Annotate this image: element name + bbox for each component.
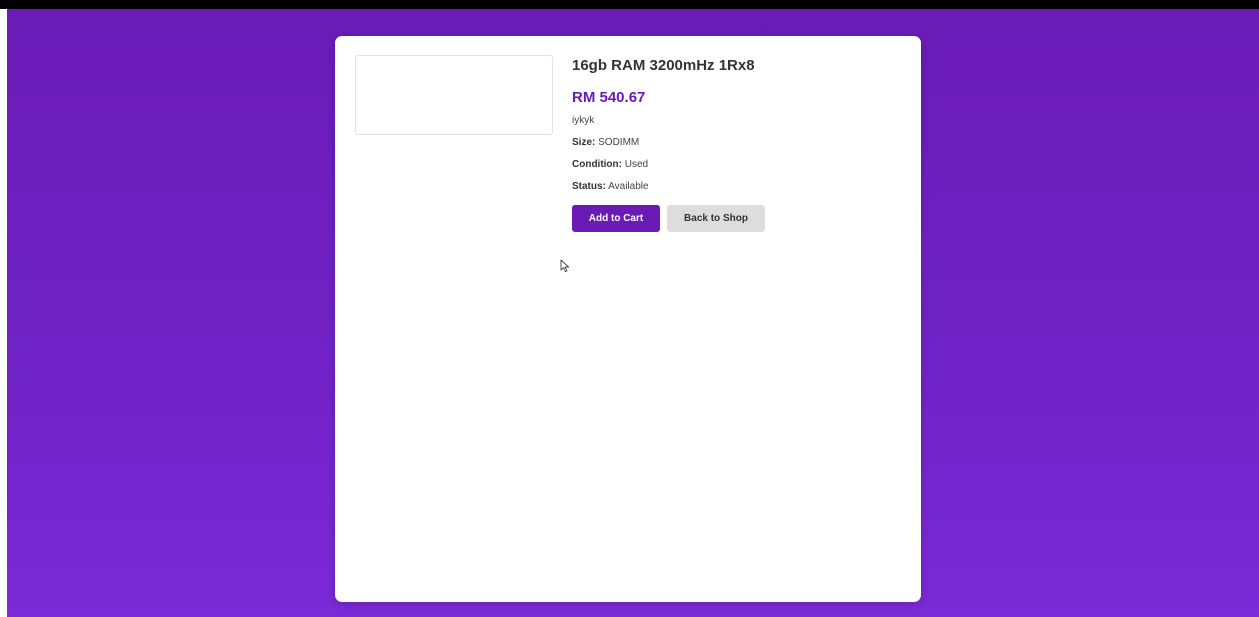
action-buttons: Add to Cart Back to Shop xyxy=(572,205,902,232)
condition-label: Condition: xyxy=(572,159,622,170)
window-left-edge xyxy=(0,9,7,617)
status-label: Status: xyxy=(572,181,606,192)
size-label: Size: xyxy=(572,137,596,148)
product-title: 16gb RAM 3200mHz 1Rx8 xyxy=(572,57,755,74)
size-value: SODIMM xyxy=(598,137,640,148)
product-card: 16gb RAM 3200mHz 1Rx8 RM 540.67 iykyk Si… xyxy=(335,36,921,602)
product-size: Size: SODIMM xyxy=(572,136,902,150)
window-top-bar xyxy=(0,0,1259,9)
product-condition: Condition: Used xyxy=(572,158,902,172)
product-price: RM 540.67 xyxy=(572,89,646,106)
condition-value: Used xyxy=(624,159,649,170)
mouse-pointer-icon xyxy=(560,259,570,273)
product-status: Status: Available xyxy=(572,180,902,194)
status-value: Available xyxy=(608,181,649,192)
back-to-shop-button[interactable]: Back to Shop xyxy=(667,205,765,232)
product-info: 16gb RAM 3200mHz 1Rx8 RM 540.67 iykyk Si… xyxy=(572,56,902,232)
product-description: iykyk xyxy=(572,115,595,126)
add-to-cart-button[interactable]: Add to Cart xyxy=(572,205,660,232)
product-image xyxy=(355,55,553,135)
